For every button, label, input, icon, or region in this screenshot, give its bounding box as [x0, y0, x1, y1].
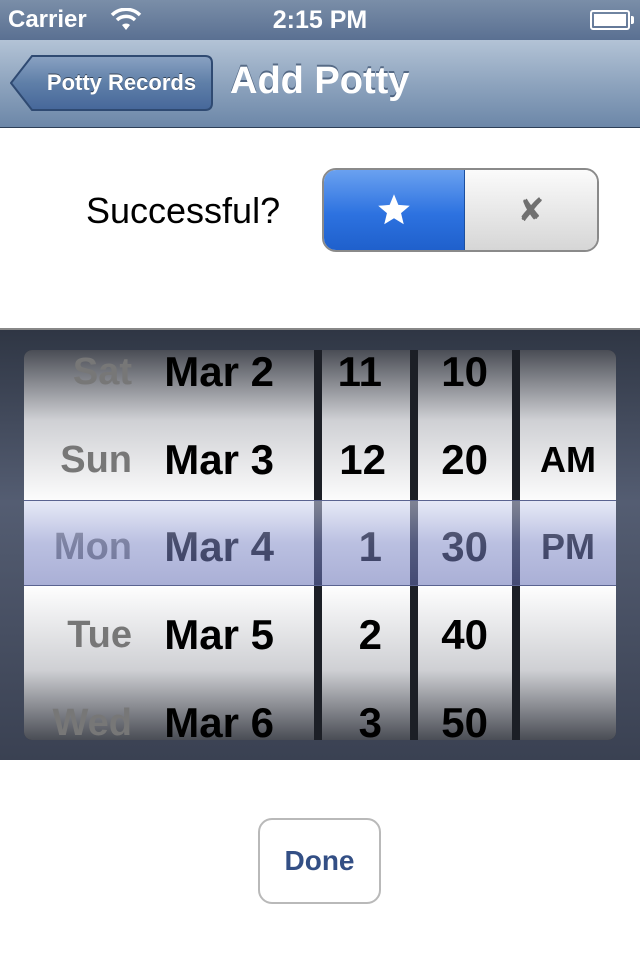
date-wheel[interactable]: Sat Mar 2 Sun Mar 3 Mon Mar 4 Tue Mar 5 … — [24, 350, 314, 740]
date-row: Sun Mar 3 — [24, 416, 314, 504]
date-dow: Sun — [60, 439, 132, 481]
minute-value-selected: 30 — [441, 523, 488, 570]
star-icon — [378, 194, 410, 225]
date-dow: Mon — [53, 526, 132, 568]
hour-value: 3 — [358, 699, 382, 740]
back-button[interactable]: Potty Records — [10, 54, 213, 112]
date-dow: Sat — [72, 351, 132, 393]
date-dow: Wed — [52, 702, 132, 740]
hour-value-selected: 1 — [358, 523, 382, 570]
date-md: Mar 4 — [164, 523, 274, 570]
date-row-selected: Mon Mar 4 — [24, 503, 314, 591]
hour-wheel[interactable]: 11 12 1 2 3 — [322, 350, 410, 740]
back-button-label: Potty Records — [46, 70, 197, 95]
close-icon: ✘ — [517, 191, 545, 229]
minute-value: 50 — [441, 699, 488, 740]
minute-wheel[interactable]: 10 20 30 40 50 — [418, 350, 512, 740]
page-title: Add Potty — [230, 60, 410, 102]
hour-value: 2 — [358, 611, 382, 658]
ampm-wheel[interactable]: AM PM — [520, 350, 616, 740]
date-row: Tue Mar 5 — [24, 591, 314, 679]
date-md: Mar 2 — [164, 350, 274, 395]
date-md: Mar 5 — [164, 611, 274, 658]
minute-value: 20 — [441, 436, 488, 483]
status-time: 2:15 PM — [272, 6, 368, 34]
done-button[interactable]: Done — [258, 818, 381, 904]
date-row: Sat Mar 2 — [24, 350, 314, 416]
minute-value: 10 — [441, 350, 488, 395]
date-row: Wed Mar 6 — [24, 679, 314, 740]
hour-value: 11 — [337, 350, 382, 395]
date-dow: Tue — [67, 614, 132, 656]
segment-success[interactable] — [324, 170, 465, 250]
segment-fail[interactable]: ✘ — [465, 170, 597, 250]
ampm-value: AM — [540, 439, 596, 480]
navigation-bar: Potty Records Add Potty — [0, 40, 640, 128]
minute-value: 40 — [441, 611, 488, 658]
battery-icon — [590, 10, 634, 30]
success-segmented-control: ✘ — [322, 168, 599, 252]
ampm-value-selected: PM — [541, 526, 595, 567]
date-md: Mar 6 — [164, 699, 274, 740]
hour-value: 12 — [339, 436, 386, 483]
date-md: Mar 3 — [164, 436, 274, 483]
successful-label: Successful? — [86, 190, 281, 231]
status-bar: Carrier 2:15 PM — [0, 0, 640, 40]
date-time-picker[interactable]: Sat Mar 2 Sun Mar 3 Mon Mar 4 Tue Mar 5 … — [0, 328, 640, 760]
picker-wheels: Sat Mar 2 Sun Mar 3 Mon Mar 4 Tue Mar 5 … — [24, 350, 616, 740]
